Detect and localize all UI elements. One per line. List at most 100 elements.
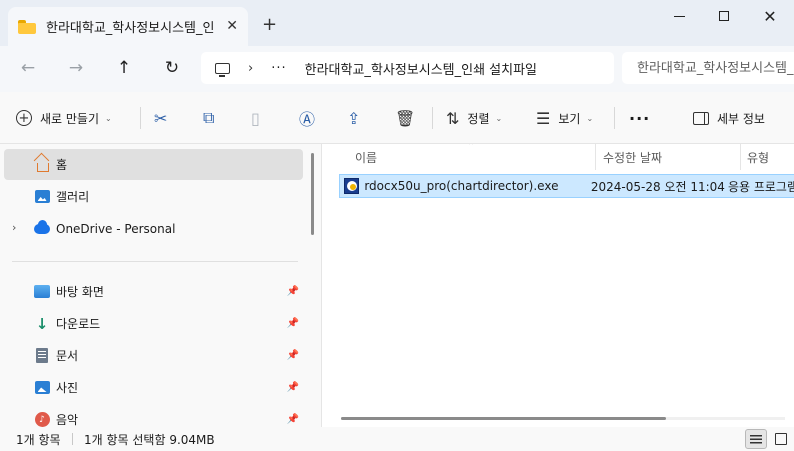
view-button-label: 보기 <box>558 111 581 126</box>
sidebar-item-label: 홈 <box>56 158 68 172</box>
pin-icon[interactable]: 📌 <box>287 318 299 329</box>
sidebar-scrollbar[interactable] <box>311 153 314 235</box>
chevron-down-icon: ⌄ <box>586 113 594 123</box>
rename-icon: Ⓐ <box>299 110 316 129</box>
desktop-icon <box>34 285 50 298</box>
gallery-icon <box>34 190 50 203</box>
sidebar-item-pictures[interactable]: 사진 📌 <box>4 372 303 403</box>
copy-button[interactable]: ⧉ <box>203 104 214 132</box>
music-icon: ♪ <box>34 412 50 427</box>
home-icon <box>35 159 49 172</box>
horizontal-scrollbar[interactable] <box>341 417 666 420</box>
refresh-button[interactable]: ↻ <box>158 56 186 80</box>
chevron-down-icon: ⌄ <box>495 113 503 123</box>
sidebar-item-label: 바탕 화면 <box>56 285 104 299</box>
file-row[interactable]: rdocx50u_pro(chartdirector).exe 2024-05-… <box>339 174 794 198</box>
column-divider[interactable] <box>595 144 596 170</box>
delete-button[interactable]: 🗑 <box>395 104 415 132</box>
clipboard-icon: ▯ <box>251 108 260 128</box>
maximize-button[interactable] <box>709 6 739 26</box>
breadcrumb-more-button[interactable]: ··· <box>271 61 286 76</box>
sidebar-item-label: OneDrive - Personal <box>56 221 176 236</box>
new-button[interactable]: + 새로 만들기 ⌄ <box>16 104 112 132</box>
new-tab-button[interactable]: + <box>262 14 277 35</box>
sidebar-item-onedrive[interactable]: OneDrive - Personal <box>4 213 303 244</box>
sort-button[interactable]: ⇅ 정렬 ⌄ <box>446 104 502 132</box>
tiles-view-button[interactable] <box>772 430 790 448</box>
document-icon <box>36 348 48 363</box>
column-divider[interactable] <box>740 144 741 170</box>
tab-title: 한라대학교_학사정보시스템_인 <box>46 21 214 36</box>
sidebar-item-music[interactable]: ♪ 음악 📌 <box>4 404 303 427</box>
details-pane-icon <box>693 111 709 125</box>
command-bar: + 새로 만들기 ⌄ ✂ ⧉ ▯ Ⓐ ⇪ 🗑 ⇅ 정렬 ⌄ ☰ 보기 ⌄ ···… <box>0 92 794 144</box>
rename-button[interactable]: Ⓐ <box>299 104 315 132</box>
sidebar-item-downloads[interactable]: ↓ 다운로드 📌 <box>4 308 303 339</box>
this-pc-icon[interactable] <box>215 62 230 77</box>
sidebar-item-home[interactable]: 홈 <box>4 149 303 180</box>
column-header-name[interactable]: 이름 <box>355 144 377 170</box>
close-window-button[interactable]: ✕ <box>755 6 785 26</box>
share-button[interactable]: ⇪ <box>347 104 360 132</box>
sort-button-label: 정렬 <box>467 111 490 126</box>
details-view-button[interactable] <box>745 429 767 449</box>
column-header-type[interactable]: 유형 <box>747 144 769 170</box>
selection-info: 1개 항목 선택함 9.04MB <box>84 432 215 447</box>
column-header-modified[interactable]: 수정한 날짜 <box>603 144 662 170</box>
sidebar-item-gallery[interactable]: 갤러리 <box>4 181 303 212</box>
more-options-button[interactable]: ··· <box>629 104 650 132</box>
window-tab[interactable]: 한라대학교_학사정보시스템_인 ✕ <box>8 7 248 46</box>
folder-icon <box>18 19 36 34</box>
file-list: ⌃ 이름 수정한 날짜 유형 rdocx50u_pro(chartdirecto… <box>323 144 794 427</box>
download-icon: ↓ <box>35 314 49 333</box>
status-bar: 1개 항목 1개 항목 선택함 9.04MB <box>0 427 794 451</box>
forward-button[interactable]: → <box>62 56 90 80</box>
sidebar-divider <box>12 261 298 262</box>
sidebar-item-label: 갤러리 <box>56 190 90 204</box>
view-lines-icon: ☰ <box>536 108 551 128</box>
minimize-button[interactable] <box>664 6 694 26</box>
pin-icon[interactable]: 📌 <box>287 286 299 297</box>
status-divider <box>72 433 73 445</box>
pin-icon[interactable]: 📌 <box>287 414 299 425</box>
search-box[interactable] <box>622 52 794 84</box>
onedrive-cloud-icon <box>34 219 50 234</box>
navigation-bar: ← → ↑ ↻ › ··· 한라대학교_학사정보시스템_인쇄 설치파일 <box>0 46 794 92</box>
trash-icon: 🗑 <box>395 108 416 128</box>
copy-icon: ⧉ <box>203 108 215 127</box>
pictures-icon <box>34 381 50 394</box>
sidebar-item-documents[interactable]: 문서 📌 <box>4 340 303 371</box>
up-button[interactable]: ↑ <box>110 56 138 80</box>
new-button-label: 새로 만들기 <box>40 111 100 126</box>
pin-icon[interactable]: 📌 <box>287 350 299 361</box>
sidebar-item-desktop[interactable]: 바탕 화면 📌 <box>4 276 303 307</box>
search-input[interactable] <box>637 60 794 76</box>
details-pane-button[interactable]: 세부 정보 <box>693 104 765 132</box>
back-button[interactable]: ← <box>14 56 42 80</box>
file-modified-date: 2024-05-28 오전 11:04 <box>590 179 725 194</box>
sidebar-item-label: 다운로드 <box>56 317 101 331</box>
sidebar-item-label: 문서 <box>56 349 79 363</box>
cut-button[interactable]: ✂ <box>154 104 167 132</box>
toolbar-divider <box>614 107 615 129</box>
paste-button[interactable]: ▯ <box>251 104 260 132</box>
title-bar: 한라대학교_학사정보시스템_인 ✕ + ✕ <box>0 0 794 46</box>
share-icon: ⇪ <box>347 108 361 128</box>
tab-close-icon[interactable]: ✕ <box>226 18 238 34</box>
scissors-icon: ✂ <box>154 108 168 128</box>
file-type: 응용 프로그램 <box>727 179 794 194</box>
maximize-icon <box>719 11 729 21</box>
breadcrumb-separator-icon[interactable]: › <box>248 61 253 76</box>
toolbar-divider <box>140 107 141 129</box>
pin-icon[interactable]: 📌 <box>287 382 299 393</box>
minimize-icon <box>673 15 685 17</box>
details-pane-label: 세부 정보 <box>717 111 765 126</box>
breadcrumb-current-folder[interactable]: 한라대학교_학사정보시스템_인쇄 설치파일 <box>305 59 537 78</box>
tiles-view-icon <box>775 433 787 445</box>
chevron-down-icon: ⌄ <box>105 113 112 123</box>
item-count: 1개 항목 <box>16 432 61 447</box>
address-bar[interactable]: › ··· 한라대학교_학사정보시스템_인쇄 설치파일 <box>201 52 614 84</box>
executable-file-icon <box>344 178 360 194</box>
view-button[interactable]: ☰ 보기 ⌄ <box>536 104 593 132</box>
navigation-pane: 홈 갤러리 › OneDrive - Personal 바탕 화면 📌 ↓ 다운… <box>0 144 322 427</box>
